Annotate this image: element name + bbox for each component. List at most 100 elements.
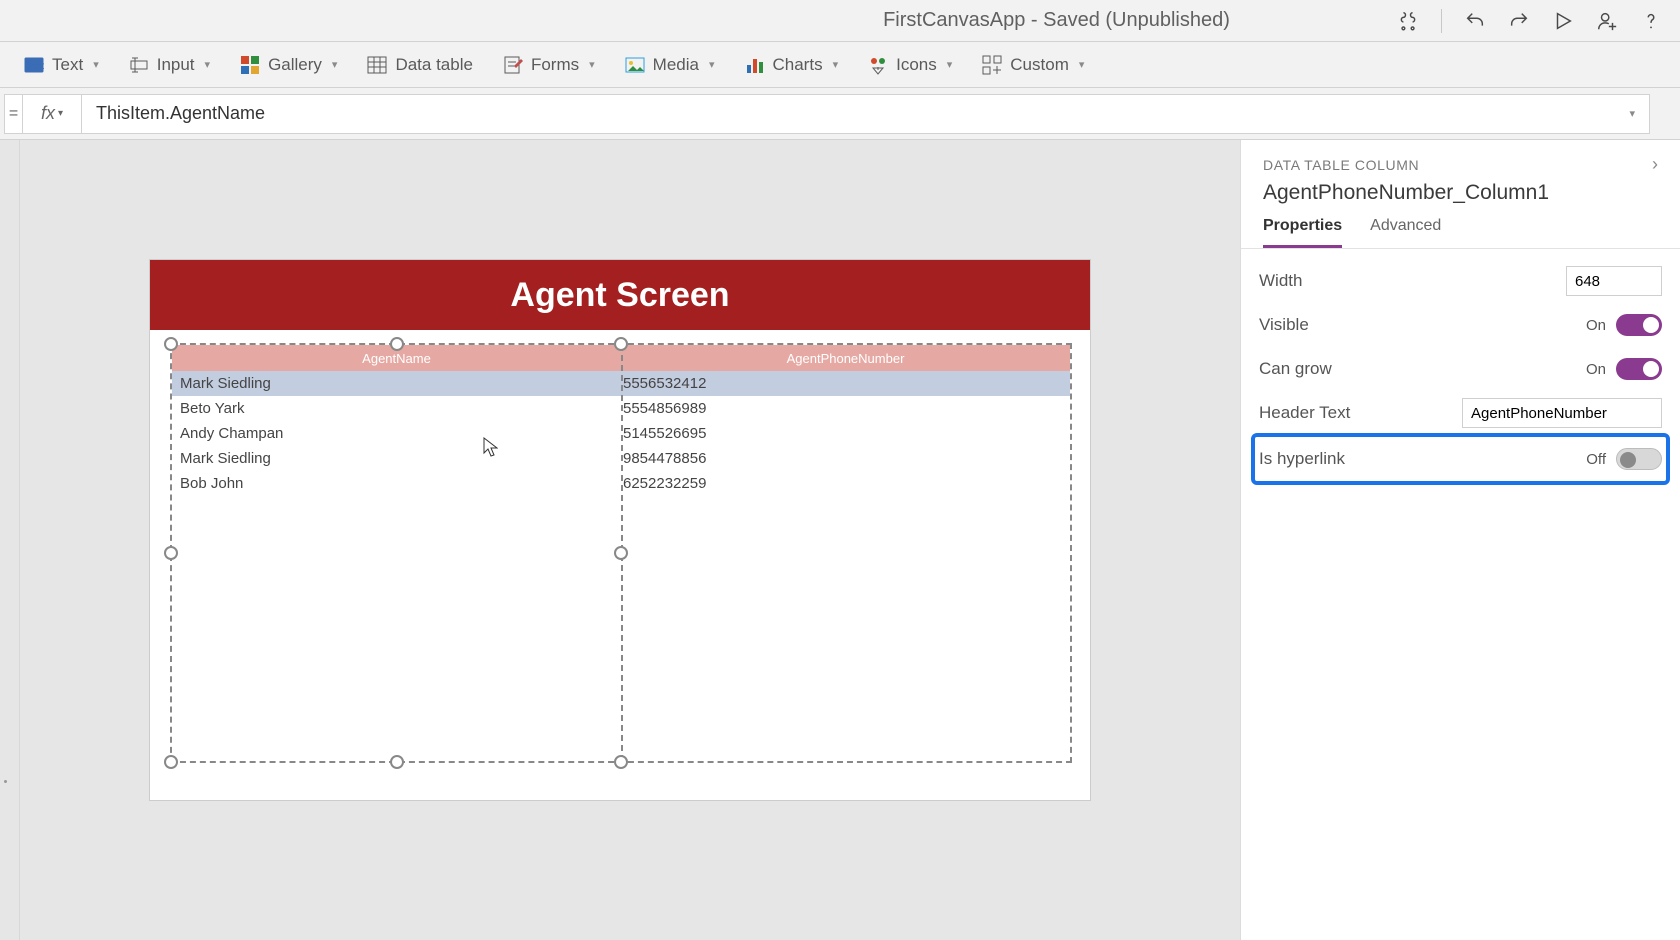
share-user-icon[interactable] [1592, 6, 1622, 36]
ribbon-charts[interactable]: Charts ▾ [745, 55, 839, 75]
properties-panel: DATA TABLE COLUMN › AgentPhoneNumber_Col… [1240, 140, 1680, 940]
app-checker-icon[interactable] [1393, 6, 1423, 36]
resize-handle[interactable] [614, 337, 628, 351]
column-header-agentname[interactable]: AgentName [172, 351, 621, 366]
charts-tool-icon [745, 55, 765, 75]
ribbon-input[interactable]: Input ▾ [129, 55, 210, 75]
gallery-tool-icon [240, 55, 260, 75]
can-grow-state-text: On [1586, 361, 1606, 378]
svg-text:Abc: Abc [29, 61, 44, 72]
cell-phone: 6252232259 [621, 475, 1064, 492]
cell-phone: 9854478856 [621, 450, 1064, 467]
app-title: FirstCanvasApp - Saved (Unpublished) [883, 9, 1230, 32]
width-input[interactable] [1566, 266, 1662, 296]
cell-phone: 5145526695 [621, 425, 1064, 442]
prop-width-label: Width [1259, 271, 1302, 291]
prop-header-text-label: Header Text [1259, 403, 1350, 423]
icons-tool-icon [868, 55, 888, 75]
screen-title-banner: Agent Screen [150, 260, 1090, 330]
ribbon-forms-label: Forms [531, 55, 579, 75]
prop-width: Width [1259, 259, 1662, 303]
panel-tabs: Properties Advanced [1241, 217, 1680, 249]
ribbon-media[interactable]: Media ▾ [625, 55, 715, 75]
chevron-down-icon: ▾ [205, 58, 211, 71]
ribbon-charts-label: Charts [773, 55, 823, 75]
redo-icon[interactable] [1504, 6, 1534, 36]
can-grow-toggle[interactable] [1616, 358, 1662, 380]
cell-phone: 5556532412 [621, 375, 1064, 392]
formula-text: ThisItem.AgentName [96, 103, 265, 124]
chevron-down-icon: ▾ [833, 58, 839, 71]
prop-header-text: Header Text [1259, 391, 1662, 435]
chevron-down-icon: ▾ [332, 58, 338, 71]
cell-name: Beto Yark [178, 400, 621, 417]
column-header-agentphone[interactable]: AgentPhoneNumber [621, 351, 1070, 366]
play-preview-icon[interactable] [1548, 6, 1578, 36]
cell-name: Andy Champan [178, 425, 621, 442]
cell-name: Mark Siedling [178, 450, 621, 467]
insert-ribbon: Abc Text ▾ Input ▾ Gallery ▾ Data table For… [0, 42, 1680, 88]
separator [1441, 9, 1442, 33]
formula-equals: = [4, 94, 22, 134]
selected-control-name: AgentPhoneNumber_Column1 [1241, 179, 1680, 217]
undo-icon[interactable] [1460, 6, 1490, 36]
panel-section-label: DATA TABLE COLUMN [1263, 157, 1419, 173]
prop-can-grow-label: Can grow [1259, 359, 1332, 379]
resize-handle[interactable] [164, 337, 178, 351]
ribbon-text-label: Text [52, 55, 83, 75]
visible-state-text: On [1586, 317, 1606, 334]
header-text-input[interactable] [1462, 398, 1662, 428]
property-list: Width Visible On Can grow On Header Text [1241, 249, 1680, 493]
formula-bar: = fx ▾ ThisItem.AgentName ▾ [0, 88, 1680, 140]
ribbon-gallery-label: Gallery [268, 55, 322, 75]
workspace: Agent Screen AgentName AgentPhoneNumber … [0, 140, 1680, 940]
chevron-right-icon[interactable]: › [1652, 154, 1658, 175]
chevron-down-icon: ▾ [1079, 58, 1085, 71]
fx-dropdown[interactable]: fx ▾ [22, 94, 82, 134]
ribbon-custom[interactable]: Custom ▾ [982, 55, 1084, 75]
left-rail[interactable] [0, 140, 20, 940]
formula-input[interactable]: ThisItem.AgentName ▾ [82, 94, 1650, 134]
cell-phone: 5554856989 [621, 400, 1064, 417]
ribbon-input-label: Input [157, 55, 195, 75]
ribbon-custom-label: Custom [1010, 55, 1069, 75]
prop-is-hyperlink: Is hyperlink Off [1255, 437, 1666, 481]
chevron-down-icon: ▾ [947, 58, 953, 71]
resize-handle[interactable] [164, 546, 178, 560]
ribbon-gallery[interactable]: Gallery ▾ [240, 55, 337, 75]
resize-handle[interactable] [164, 755, 178, 769]
forms-tool-icon [503, 55, 523, 75]
cell-name: Mark Siedling [178, 375, 621, 392]
expand-formula-icon[interactable]: ▾ [1629, 107, 1635, 120]
cell-name: Bob John [178, 475, 621, 492]
ribbon-data-table[interactable]: Data table [367, 55, 473, 75]
prop-is-hyperlink-label: Is hyperlink [1259, 449, 1345, 469]
resize-handle[interactable] [614, 546, 628, 560]
input-tool-icon [129, 55, 149, 75]
resize-handle[interactable] [390, 337, 404, 351]
tab-advanced[interactable]: Advanced [1370, 217, 1441, 248]
resize-handle[interactable] [614, 755, 628, 769]
media-tool-icon [625, 55, 645, 75]
data-table-control[interactable]: AgentName AgentPhoneNumber Mark Siedling… [170, 343, 1072, 763]
chevron-down-icon: ▾ [93, 58, 99, 71]
text-tool-icon: Abc [24, 55, 44, 75]
resize-handle[interactable] [390, 755, 404, 769]
custom-tool-icon [982, 55, 1002, 75]
prop-visible: Visible On [1259, 303, 1662, 347]
ribbon-forms[interactable]: Forms▾ [503, 55, 595, 75]
help-icon[interactable] [1636, 6, 1666, 36]
data-table-tool-icon [367, 55, 387, 75]
prop-visible-label: Visible [1259, 315, 1309, 335]
design-canvas-area[interactable]: Agent Screen AgentName AgentPhoneNumber … [20, 140, 1240, 940]
ribbon-text[interactable]: Abc Text ▾ [24, 55, 99, 75]
chevron-down-icon: ▾ [709, 58, 715, 71]
tab-properties[interactable]: Properties [1263, 217, 1342, 248]
ribbon-icons[interactable]: Icons▾ [868, 55, 952, 75]
ribbon-media-label: Media [653, 55, 699, 75]
is-hyperlink-toggle[interactable] [1616, 448, 1662, 470]
title-bar: FirstCanvasApp - Saved (Unpublished) [0, 0, 1680, 42]
prop-can-grow: Can grow On [1259, 347, 1662, 391]
visible-toggle[interactable] [1616, 314, 1662, 336]
chevron-down-icon: ▾ [58, 108, 63, 119]
